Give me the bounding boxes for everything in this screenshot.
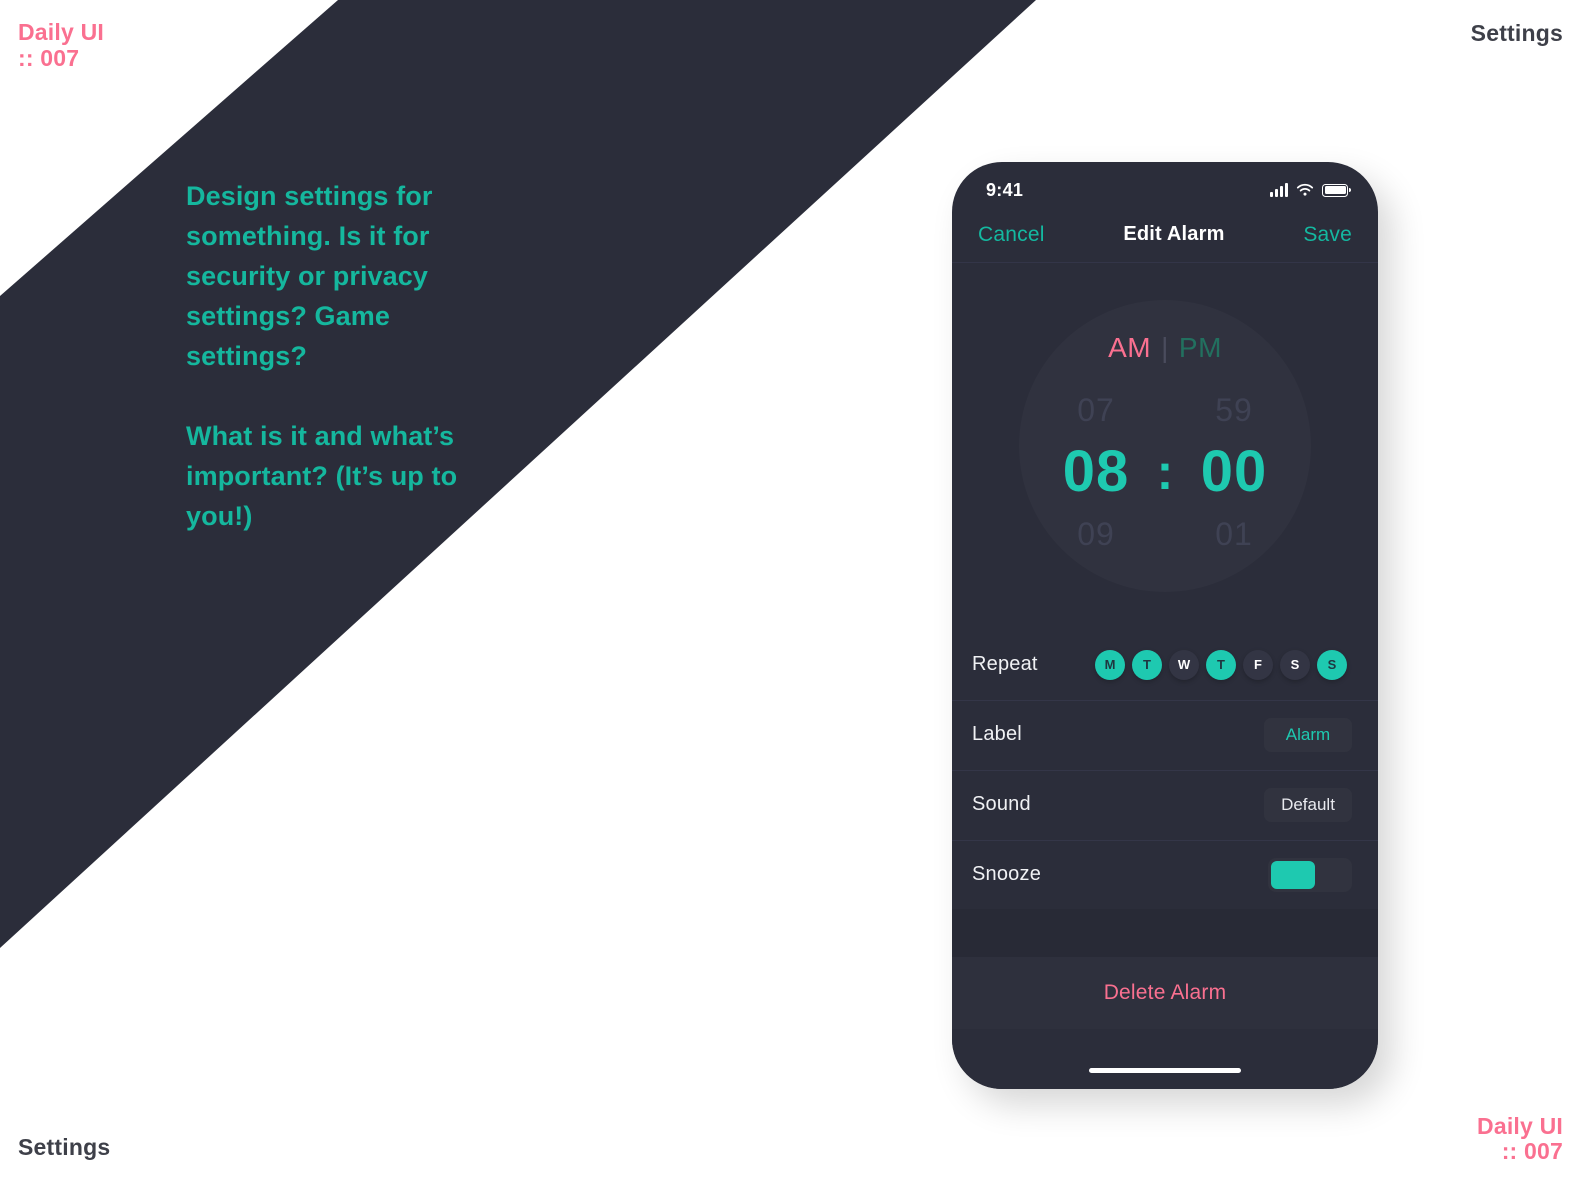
daily-ui-number-bottom-right: :: 007 [1501, 1138, 1563, 1165]
daily-ui-title-top-left: Daily UI [18, 19, 104, 45]
corner-caption-top-left: Daily UI :: 007 [18, 19, 104, 72]
day-toggle-thursday[interactable]: T [1206, 649, 1236, 680]
minute-selected[interactable]: 00 [1201, 436, 1268, 508]
time-row-selected[interactable]: 08 : 00 [1041, 436, 1289, 508]
daily-ui-number-top-left: :: 007 [18, 44, 80, 71]
row-sound[interactable]: Sound Default [952, 769, 1378, 839]
meridiem-selector[interactable]: AM | PM [1041, 332, 1289, 364]
row-repeat: Repeat M T W T F S S [952, 629, 1378, 699]
label-value-field[interactable]: Alarm [1264, 717, 1352, 752]
bottom-filler [952, 1029, 1378, 1089]
daily-ui-title-bottom-right: Daily UI [1477, 1112, 1563, 1139]
meridiem-separator: | [1161, 332, 1169, 363]
am-option[interactable]: AM [1108, 332, 1151, 364]
corner-caption-bottom-right: Daily UI :: 007 [1477, 1112, 1563, 1166]
status-bar-icons [1270, 182, 1351, 197]
brief-text-block: Design settings for something. Is it for… [186, 176, 486, 536]
hour-selected[interactable]: 08 [1063, 436, 1130, 508]
day-toggle-friday[interactable]: F [1243, 649, 1273, 680]
time-row-previous[interactable]: 07 59 [1041, 384, 1289, 436]
phone-mockup: 9:41 Cancel Edit Alarm Save AM | PM 07 5… [952, 162, 1378, 1089]
signal-icon [1270, 182, 1288, 197]
repeat-label: Repeat [972, 653, 1038, 675]
day-toggle-saturday[interactable]: S [1280, 649, 1310, 680]
wifi-icon [1296, 183, 1314, 197]
snooze-toggle[interactable] [1268, 857, 1352, 892]
sound-row-title: Sound [972, 793, 1031, 815]
navigation-bar: Cancel Edit Alarm Save [952, 208, 1378, 262]
delete-alarm-label: Delete Alarm [1103, 981, 1227, 1004]
corner-caption-bottom-left: Settings [18, 1134, 111, 1161]
day-toggle-tuesday[interactable]: T [1132, 649, 1162, 680]
minute-previous[interactable]: 59 [1215, 384, 1253, 436]
row-snooze[interactable]: Snooze [952, 839, 1378, 909]
snooze-toggle-knob [1271, 860, 1315, 889]
day-toggle-sunday[interactable]: S [1317, 649, 1347, 680]
time-row-next[interactable]: 09 01 [1041, 508, 1289, 560]
settings-list: Repeat M T W T F S S Label Alarm Sound D… [952, 629, 1378, 909]
hour-next[interactable]: 09 [1077, 508, 1115, 560]
brief-paragraph-2: What is it and what’s important? (It’s u… [186, 421, 458, 531]
sound-value-field[interactable]: Default [1264, 787, 1352, 822]
cancel-button[interactable]: Cancel [978, 223, 1045, 247]
brief-paragraph-1: Design settings for something. Is it for… [186, 181, 433, 371]
status-bar: 9:41 [952, 162, 1378, 208]
day-toggle-wednesday[interactable]: W [1169, 649, 1199, 680]
time-colon: : [1156, 444, 1174, 500]
snooze-row-title: Snooze [972, 863, 1042, 885]
page-title: Edit Alarm [1123, 223, 1225, 245]
time-picker[interactable]: AM | PM 07 59 08 : 00 09 01 [952, 263, 1378, 629]
pm-option[interactable]: PM [1179, 332, 1222, 364]
home-indicator[interactable] [1089, 1068, 1241, 1073]
status-bar-time: 9:41 [986, 179, 1024, 200]
hour-previous[interactable]: 07 [1077, 384, 1115, 436]
minute-next[interactable]: 01 [1215, 508, 1253, 560]
delete-alarm-button[interactable]: Delete Alarm [952, 957, 1378, 1029]
repeat-day-toggles: M T W T F S S [1095, 649, 1347, 680]
label-row-title: Label [972, 723, 1022, 745]
day-toggle-monday[interactable]: M [1095, 649, 1125, 680]
battery-icon [1322, 183, 1351, 197]
corner-caption-top-right: Settings [1470, 20, 1563, 46]
list-section-gap [952, 909, 1378, 957]
row-label[interactable]: Label Alarm [952, 699, 1378, 769]
home-indicator-wrapper [952, 1068, 1378, 1073]
save-button[interactable]: Save [1303, 223, 1352, 247]
